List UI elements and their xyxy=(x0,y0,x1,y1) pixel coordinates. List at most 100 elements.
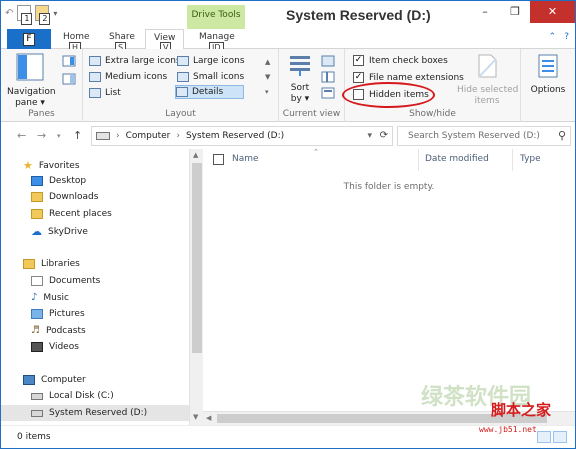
cloud-icon: ☁ xyxy=(31,225,42,238)
column-header-name[interactable]: Name xyxy=(232,154,259,164)
tab-view[interactable]: View V xyxy=(145,29,185,54)
show-hide-group-label: Show/hide xyxy=(409,109,456,119)
nav-music-label: Music xyxy=(43,292,69,303)
layout-small-icons[interactable]: Small icons xyxy=(177,70,244,84)
group-by-icon[interactable] xyxy=(321,55,335,67)
tab-home[interactable]: Home H xyxy=(63,32,90,54)
scroll-down-icon[interactable]: ▼ xyxy=(193,413,198,421)
tab-file[interactable]: F xyxy=(7,29,51,49)
layout-extra-large-icons[interactable]: Extra large icons xyxy=(89,54,181,68)
nav-videos[interactable]: Videos xyxy=(31,342,79,352)
window-controls: – ❐ ✕ xyxy=(470,1,575,23)
scroll-left-icon[interactable]: ◀ xyxy=(206,414,211,422)
help-icon[interactable]: ? xyxy=(564,32,569,42)
address-dropdown-icon[interactable]: ▾ xyxy=(367,131,372,141)
nav-computer[interactable]: Computer xyxy=(23,375,86,385)
options-icon xyxy=(538,54,558,78)
nav-recent-places[interactable]: Recent places xyxy=(31,209,112,219)
layout-list[interactable]: List xyxy=(89,86,121,100)
nav-downloads[interactable]: Downloads xyxy=(31,192,98,202)
tab-share[interactable]: Share S xyxy=(109,32,135,54)
quick-access-toolbar: ↶ 1 2 ▾ xyxy=(5,5,57,25)
address-bar-row: ← → ▾ ↑ › Computer › System Reserved (D:… xyxy=(1,123,575,149)
search-icon[interactable]: ⚲ xyxy=(558,129,566,142)
nav-podcasts-label: Podcasts xyxy=(45,325,86,336)
libraries-icon xyxy=(23,259,35,269)
close-button[interactable]: ✕ xyxy=(530,1,575,23)
sort-by-button[interactable]: Sort by ▾ xyxy=(285,53,315,105)
navigation-pane-scrollbar[interactable]: ▲ ▼ xyxy=(189,149,203,425)
layout-item-label: Large icons xyxy=(193,56,245,66)
layout-medium-icons[interactable]: Medium icons xyxy=(89,70,167,84)
group-options: Options xyxy=(521,49,575,122)
qat-properties-button[interactable]: 1 xyxy=(17,5,33,25)
refresh-icon[interactable]: ⟳ xyxy=(380,130,388,141)
tab-share-label: Share xyxy=(109,32,135,42)
back-icon[interactable]: ← xyxy=(17,129,26,142)
tab-manage-label: Manage xyxy=(199,32,235,42)
panes-group-label: Panes xyxy=(28,109,55,119)
preview-pane-icon[interactable] xyxy=(62,55,76,67)
drive-tools-context-tab[interactable]: Drive Tools xyxy=(187,5,245,29)
nav-system-reserved[interactable]: System Reserved (D:) xyxy=(31,408,147,418)
large-icons-view-button[interactable] xyxy=(553,431,567,443)
nav-favorites[interactable]: ★ Favorites xyxy=(23,159,80,172)
item-check-boxes-checkbox[interactable]: ✓ xyxy=(353,55,364,66)
layout-details[interactable]: Details xyxy=(175,85,245,99)
minimize-button[interactable]: – xyxy=(470,1,500,23)
hide-selected-items-button[interactable]: Hide selected items xyxy=(457,53,518,107)
add-columns-icon[interactable] xyxy=(321,71,335,83)
scroll-up-icon[interactable]: ▲ xyxy=(193,151,198,159)
options-button[interactable]: Options xyxy=(527,53,569,96)
item-check-boxes-option[interactable]: ✓ Item check boxes xyxy=(353,55,448,66)
navigation-pane-icon xyxy=(16,53,44,81)
qat-customize-icon[interactable]: ▾ xyxy=(53,9,57,18)
tab-manage[interactable]: Manage JD xyxy=(199,32,235,54)
ribbon-tabs: F Home H Share S View V Manage JD ⌃ ? xyxy=(1,29,575,54)
layout-item-label: Details xyxy=(192,87,224,97)
details-pane-icon[interactable] xyxy=(62,73,76,85)
file-list-scroll-thumb[interactable] xyxy=(217,414,547,423)
nav-local-disk[interactable]: Local Disk (C:) xyxy=(31,391,114,401)
column-divider[interactable] xyxy=(512,149,513,171)
file-list-horizontal-scrollbar[interactable]: ◀ xyxy=(203,411,575,425)
nav-documents[interactable]: Documents xyxy=(31,276,100,286)
group-current-view: Sort by ▾ Current view xyxy=(279,49,345,122)
nav-skydrive-label: SkyDrive xyxy=(48,226,88,237)
nav-desktop[interactable]: Desktop xyxy=(31,176,86,186)
qat-new-folder-button[interactable]: 2 xyxy=(35,5,51,25)
nav-skydrive[interactable]: ☁ SkyDrive xyxy=(31,225,88,238)
details-view-button[interactable] xyxy=(537,431,551,443)
breadcrumb-computer[interactable]: Computer xyxy=(126,131,171,141)
nav-favorites-label: Favorites xyxy=(38,160,80,171)
window-title: System Reserved (D:) xyxy=(286,7,431,23)
undo-icon[interactable]: ↶ xyxy=(5,8,13,19)
file-name-extensions-option[interactable]: ✓ File name extensions xyxy=(353,72,464,83)
breadcrumb-current[interactable]: System Reserved (D:) xyxy=(186,131,284,141)
column-divider[interactable] xyxy=(418,149,419,171)
options-label: Options xyxy=(530,85,566,95)
column-header-type[interactable]: Type xyxy=(520,154,541,164)
up-icon[interactable]: ↑ xyxy=(73,129,82,142)
recent-locations-icon[interactable]: ▾ xyxy=(57,132,61,140)
nav-pictures[interactable]: Pictures xyxy=(31,309,85,319)
file-name-extensions-checkbox[interactable]: ✓ xyxy=(353,72,364,83)
minimize-ribbon-icon[interactable]: ⌃ xyxy=(549,32,557,42)
column-header-date-modified[interactable]: Date modified xyxy=(425,154,489,164)
size-columns-icon[interactable] xyxy=(321,87,335,99)
layout-large-icons[interactable]: Large icons xyxy=(177,54,245,68)
forward-icon[interactable]: → xyxy=(37,129,46,142)
nav-music[interactable]: ♪ Music xyxy=(31,292,69,303)
nav-podcasts[interactable]: ♬ Podcasts xyxy=(31,325,86,336)
navigation-pane-button[interactable]: Navigation pane ▾ xyxy=(7,53,56,109)
select-all-checkbox[interactable] xyxy=(213,154,224,165)
nav-videos-label: Videos xyxy=(49,342,79,352)
drive-icon xyxy=(96,132,110,140)
music-icon: ♪ xyxy=(31,292,38,303)
address-bar[interactable]: › Computer › System Reserved (D:) ▾ ⟳ xyxy=(91,126,393,146)
navigation-pane-scroll-thumb[interactable] xyxy=(192,163,202,353)
nav-libraries[interactable]: Libraries xyxy=(23,259,80,269)
layout-scroll-arrows[interactable]: ▲ ▼ ▾ xyxy=(265,55,270,100)
maximize-button[interactable]: ❐ xyxy=(500,1,530,23)
search-input[interactable]: Search System Reserved (D:) ⚲ xyxy=(397,126,571,146)
